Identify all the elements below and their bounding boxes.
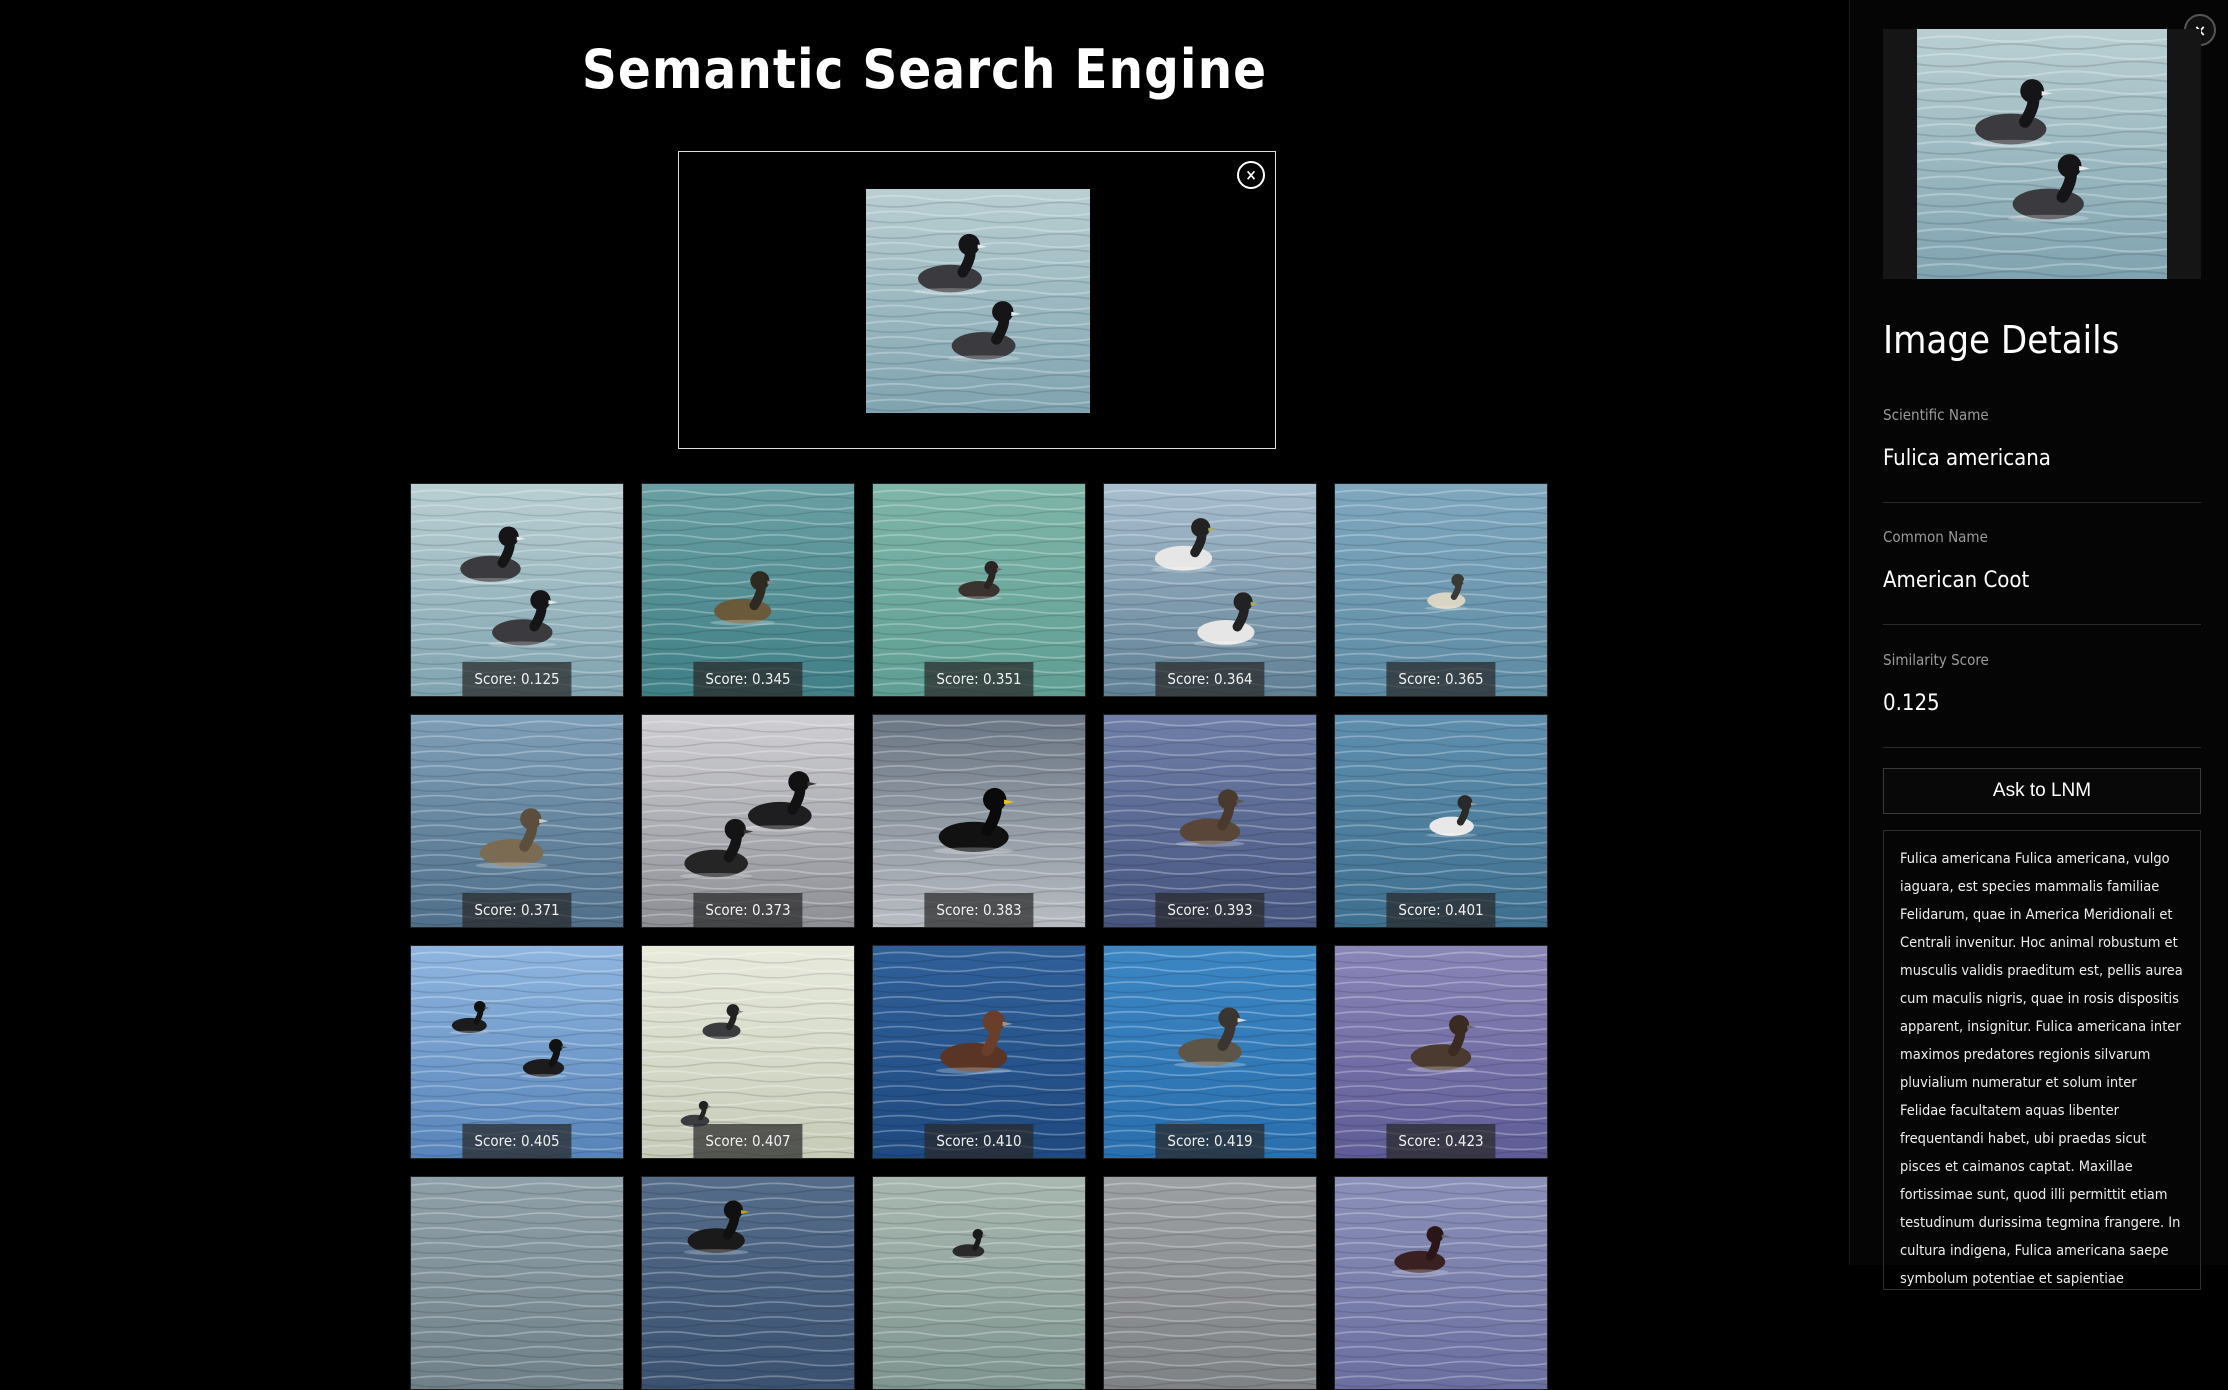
score-badge: Score: 0.423 [1386,1124,1496,1158]
result-image[interactable]: Score: 0.410 [872,945,1086,1159]
details-panel: × Image Details Scientific Name Fulica a… [1849,0,2228,1290]
result-image[interactable] [641,1176,855,1390]
remove-query-image-button[interactable]: × [1237,161,1265,189]
result-image[interactable] [872,1176,1086,1390]
result-image[interactable]: Score: 0.125 [410,483,624,697]
result-image[interactable]: Score: 0.351 [872,483,1086,697]
score-badge: Score: 0.364 [1155,662,1265,696]
result-image[interactable]: Score: 0.393 [1103,714,1317,928]
score-badge: Score: 0.371 [462,893,572,927]
field-label: Scientific Name [1883,406,1989,424]
ask-lnm-button[interactable]: Ask to LNM [1883,768,2201,814]
scientific-name-value: Fulica americana [1883,446,2051,471]
score-badge: Score: 0.419 [1155,1124,1265,1158]
score-badge: Score: 0.407 [693,1124,803,1158]
query-image [866,189,1090,413]
result-image[interactable]: Score: 0.365 [1334,483,1548,697]
result-image[interactable]: Score: 0.405 [410,945,624,1159]
result-image[interactable] [1103,1176,1317,1390]
result-image[interactable]: Score: 0.383 [872,714,1086,928]
selected-image [1917,29,2167,279]
score-badge: Score: 0.373 [693,893,803,927]
result-image[interactable]: Score: 0.371 [410,714,624,928]
page-title: Semantic Search Engine [581,38,1268,101]
query-image-box[interactable]: × [678,151,1276,449]
score-badge: Score: 0.393 [1155,893,1265,927]
main-area: Semantic Search Engine × Score: 0.125 Sc… [0,0,1849,1390]
result-image[interactable] [1334,1176,1548,1390]
selected-image-frame [1883,29,2201,279]
score-badge: Score: 0.401 [1386,893,1496,927]
score-badge: Score: 0.405 [462,1124,572,1158]
scientific-name-field: Scientific Name Fulica americana [1883,406,2201,503]
result-image[interactable]: Score: 0.419 [1103,945,1317,1159]
field-label: Common Name [1883,528,1988,546]
result-image[interactable]: Score: 0.364 [1103,483,1317,697]
score-badge: Score: 0.365 [1386,662,1496,696]
close-icon: × [1245,166,1257,184]
description-text: Fulica americana Fulica americana, vulgo… [1883,830,2201,1290]
score-badge: Score: 0.383 [924,893,1034,927]
result-image[interactable]: Score: 0.407 [641,945,855,1159]
score-badge: Score: 0.345 [693,662,803,696]
score-badge: Score: 0.351 [924,662,1034,696]
result-image[interactable]: Score: 0.423 [1334,945,1548,1159]
score-badge: Score: 0.410 [924,1124,1034,1158]
common-name-field: Common Name American Coot [1883,528,2201,625]
common-name-value: American Coot [1883,568,2030,593]
result-image[interactable]: Score: 0.373 [641,714,855,928]
result-image[interactable]: Score: 0.345 [641,483,855,697]
field-label: Similarity Score [1883,651,1989,669]
result-image[interactable]: Score: 0.401 [1334,714,1548,928]
result-image[interactable] [410,1176,624,1390]
similarity-score-field: Similarity Score 0.125 [1883,651,2201,748]
details-heading: Image Details [1883,318,2120,362]
score-badge: Score: 0.125 [462,662,572,696]
similarity-score-value: 0.125 [1883,691,1940,716]
